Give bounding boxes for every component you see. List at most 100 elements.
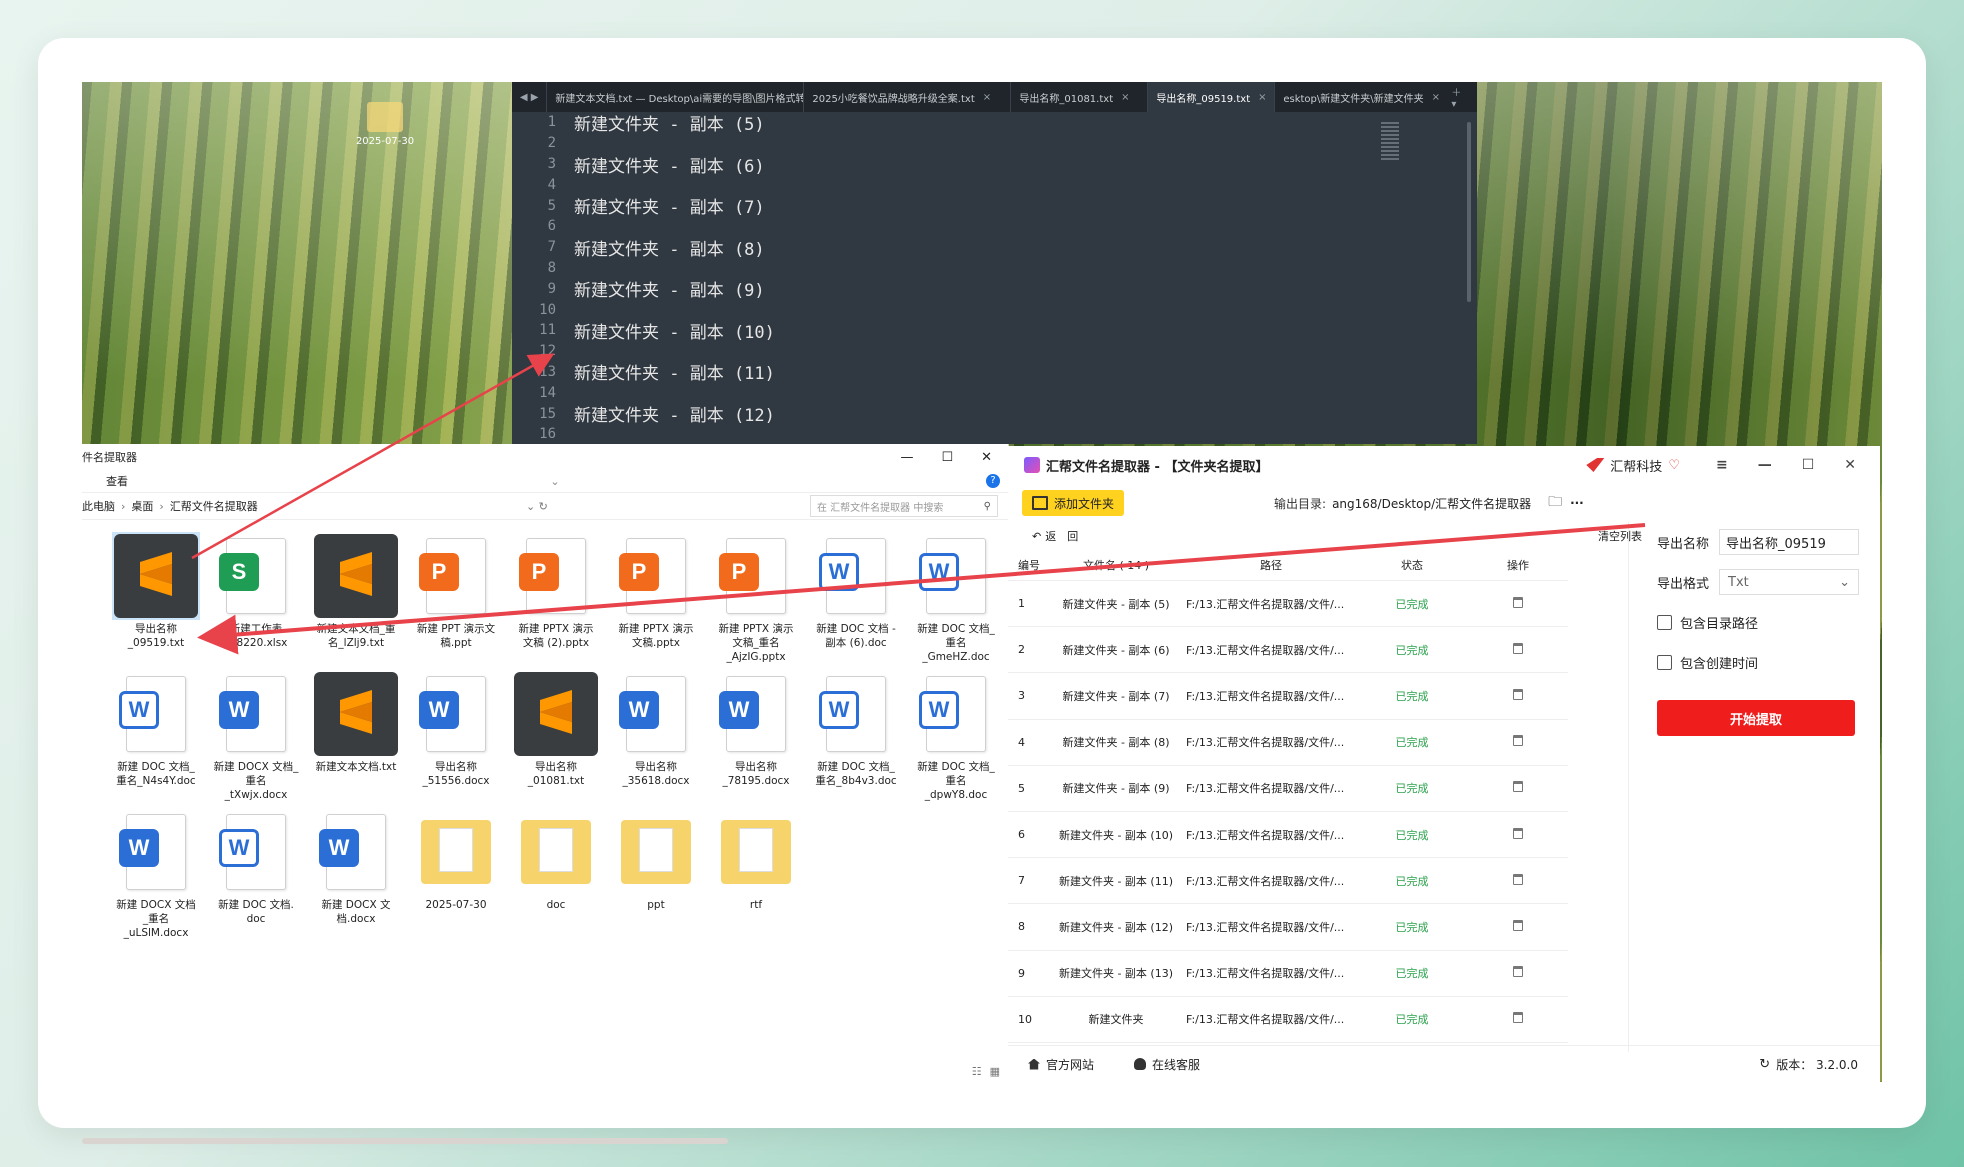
close-tab-icon[interactable]: × [1258,92,1266,103]
minimize-icon[interactable]: — [900,450,913,465]
close-tab-icon[interactable]: × [1121,92,1129,103]
back-icon[interactable]: ↶ [1032,530,1041,543]
file-item[interactable]: ppt [608,808,704,912]
file-item[interactable]: 导出名称 _01081.txt [508,670,604,788]
refresh-icon[interactable]: ⌄ ↻ [526,500,548,513]
table-row[interactable]: 5 新建文件夹 - 副本 (9) F:/13.汇帮文件名提取器/文件/... 已完成 [1008,766,1568,812]
table-row[interactable]: 10 新建文件夹 F:/13.汇帮文件名提取器/文件/... 已完成 [1008,997,1568,1043]
file-item[interactable]: 新建文本文档.txt [308,670,404,774]
editor-tab[interactable]: 导出名称_09519.txt × [1147,82,1275,112]
file-item[interactable]: 2025-07-30 [408,808,504,912]
brand: 汇帮科技 ♡ [1586,456,1680,475]
search-input[interactable]: 在 汇帮文件名提取器 中搜索 ⚲ [810,495,998,517]
file-item[interactable]: W 新建 DOCX 文 档.docx [308,808,404,926]
maximize-icon[interactable]: ☐ [1802,457,1815,473]
large-icons-view-icon[interactable]: ▦ [990,1065,1000,1078]
official-site-link[interactable]: 官方网站 [1028,1056,1094,1073]
include-dir-checkbox[interactable]: 包含目录路径 [1657,602,1881,642]
export-format-select[interactable]: Txt ⌄ [1719,569,1860,595]
close-tab-icon[interactable]: × [1432,92,1440,103]
add-tab-icon[interactable]: ＋ ▾ [1451,84,1477,110]
horizontal-scrollbar[interactable] [82,1138,728,1144]
table-row[interactable]: 2 新建文件夹 - 副本 (6) F:/13.汇帮文件名提取器/文件/... 已完成 [1008,627,1568,674]
table-row[interactable]: 1 新建文件夹 - 副本 (5) F:/13.汇帮文件名提取器/文件/... 已完成 [1008,581,1568,628]
file-item[interactable]: W 新建 DOC 文档_ 重名 _dpwY8.doc [908,670,1004,802]
file-item[interactable]: P 新建 PPTX 演示 文稿_重名 _AjzIG.pptx [708,532,804,664]
file-item[interactable]: S 新建工作表 _28220.xlsx [208,532,304,650]
details-view-icon[interactable]: ☷ [972,1065,982,1078]
trash-icon[interactable] [1513,642,1523,654]
folder-open-icon[interactable]: 🗀 [1548,491,1562,515]
trash-icon[interactable] [1513,688,1523,700]
header-status: 状态 [1401,559,1423,572]
file-item[interactable]: W 新建 DOC 文档_ 重名_N4s4Y.doc [108,670,204,788]
include-time-checkbox[interactable]: 包含创建时间 [1657,642,1881,682]
file-item[interactable]: P 新建 PPT 演示文 稿.ppt [408,532,504,650]
file-item[interactable]: W 新建 DOC 文档. doc [208,808,304,926]
table-row[interactable]: 9 新建文件夹 - 副本 (13) F:/13.汇帮文件名提取器/文件/... 已完成 [1008,951,1568,997]
file-item[interactable]: P 新建 PPTX 演示 文稿.pptx [608,532,704,650]
editor-tab[interactable]: 2025小吃餐饮品牌战略升级全案.txt × [803,82,1010,112]
file-item[interactable]: W 新建 DOCX 文档 _重名 _uLSlM.docx [108,808,204,940]
file-name: 导出名称 _78195.docx [722,761,790,787]
heart-icon[interactable]: ♡ [1668,458,1680,473]
editor-tab[interactable]: 导出名称_01081.txt × [1010,82,1147,112]
close-icon[interactable]: ✕ [1844,457,1856,473]
trash-icon[interactable] [1513,596,1523,608]
file-item[interactable]: W 导出名称 _35618.docx [608,670,704,788]
start-extract-button[interactable]: 开始提取 [1657,700,1855,736]
line-number: 3 [547,155,556,172]
editor-scrollbar[interactable] [1467,122,1471,302]
close-icon[interactable]: ✕ [981,450,992,465]
file-item[interactable]: rtf [708,808,804,912]
file-item[interactable]: W 导出名称 _51556.docx [408,670,504,788]
menu-icon[interactable]: ≡ [1716,457,1728,473]
minimap[interactable] [1381,122,1399,162]
table-row[interactable]: 4 新建文件夹 - 副本 (8) F:/13.汇帮文件名提取器/文件/... 已完成 [1008,720,1568,766]
more-icon[interactable]: ··· [1570,496,1584,510]
file-item[interactable]: W 导出名称 _78195.docx [708,670,804,788]
editor-tab[interactable]: esktop\新建文件夹\新建文件夹 × [1274,82,1451,112]
file-item[interactable]: W 新建 DOC 文档 - 副本 (6).doc [808,532,904,650]
file-item[interactable]: W 新建 DOCX 文档_ 重名 _tXwjx.docx [208,670,304,802]
chevron-down-icon[interactable]: ⌄ [550,475,559,488]
editor-tab[interactable]: 新建文本文档.txt — Desktop\ai需要的导图\图片格式转× [546,82,803,112]
menu-view[interactable]: 查看 [106,473,128,489]
desktop-folder[interactable]: 2025-07-30 [350,102,420,147]
close-tab-icon[interactable]: × [983,92,991,103]
table-row[interactable]: 7 新建文件夹 - 副本 (11) F:/13.汇帮文件名提取器/文件/... 已完成 [1008,858,1568,905]
add-folder-button[interactable]: 添加文件夹 [1022,490,1125,516]
online-service-link[interactable]: 在线客服 [1134,1056,1200,1073]
file-item[interactable]: 导出名称 _09519.txt [108,532,204,650]
tab-nav-arrows-icon[interactable]: ◀ ▶ [512,92,546,103]
trash-icon[interactable] [1513,873,1523,885]
minimize-icon[interactable]: — [1758,457,1772,473]
code-line: 12 [512,341,1452,362]
editor-lines[interactable]: 1 新建文件夹 - 副本 (5) 2 3 新建文件夹 - 副本 (6) 4 5 新建文件夹 -… [512,112,1452,445]
breadcrumb-folder[interactable]: 汇帮文件名提取器 [170,498,258,514]
help-icon[interactable]: ? [986,474,1000,488]
table-row[interactable]: 6 新建文件夹 - 副本 (10) F:/13.汇帮文件名提取器/文件/... 已完成 [1008,812,1568,859]
trash-icon[interactable] [1513,919,1523,931]
file-item[interactable]: W 新建 DOC 文档_ 重名 _GmeHZ.doc [908,532,1004,664]
breadcrumb-desktop[interactable]: 桌面 [131,498,153,514]
table-row[interactable]: 3 新建文件夹 - 副本 (7) F:/13.汇帮文件名提取器/文件/... 已完成 [1008,673,1568,720]
back-button[interactable]: 返 回 [1045,528,1078,544]
header-name[interactable]: 文件名 ( 14 ) [1046,557,1186,573]
trash-icon[interactable] [1513,1012,1523,1024]
file-item[interactable]: 新建文本文档_重 名_lZlj9.txt [308,532,404,650]
file-item[interactable]: doc [508,808,604,912]
trash-icon[interactable] [1513,781,1523,793]
file-item[interactable]: P 新建 PPTX 演示 文稿 (2).pptx [508,532,604,650]
line-number: 11 [539,322,556,339]
refresh-icon[interactable]: ↻ [1759,1057,1770,1072]
maximize-icon[interactable]: ☐ [941,450,953,465]
trash-icon[interactable] [1513,827,1523,839]
trash-icon[interactable] [1513,966,1523,978]
breadcrumb-this-pc[interactable]: 此电脑 [82,498,115,514]
file-item[interactable]: W 新建 DOC 文档_ 重名_8b4v3.doc [808,670,904,788]
address-bar[interactable]: 此电脑 › 桌面 › 汇帮文件名提取器 ⌄ ↻ 在 汇帮文件名提取器 中搜索 ⚲ [82,493,1008,520]
trash-icon[interactable] [1513,735,1523,747]
export-name-input[interactable]: 导出名称_09519 [1719,529,1860,555]
table-row[interactable]: 8 新建文件夹 - 副本 (12) F:/13.汇帮文件名提取器/文件/... 已完成 [1008,904,1568,951]
